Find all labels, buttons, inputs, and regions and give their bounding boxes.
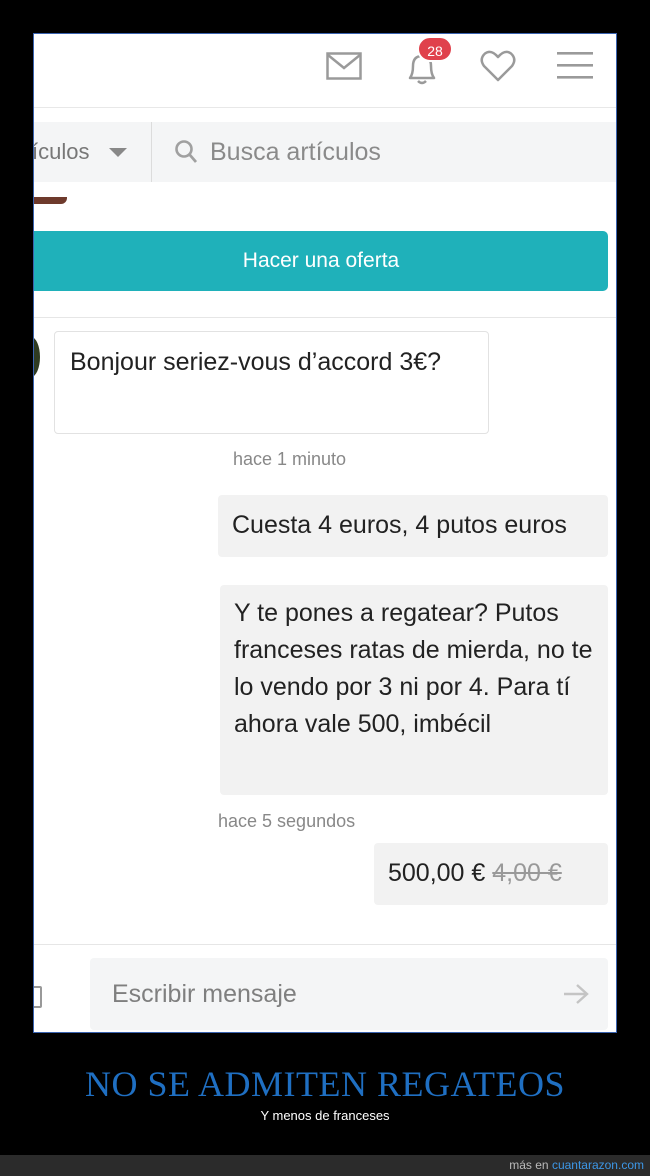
top-bar: 28 — [34, 34, 616, 108]
make-offer-button[interactable]: Hacer una oferta — [34, 231, 608, 291]
footer-prefix: más en — [509, 1158, 549, 1172]
menu-icon[interactable] — [557, 50, 593, 80]
footer-credit: más en cuantarazon.com — [509, 1158, 644, 1172]
price-offer-message: 500,00 € 4,00 € — [374, 843, 608, 905]
divider — [34, 944, 616, 945]
message-timestamp: hace 1 minuto — [233, 449, 347, 469]
attach-icon[interactable] — [34, 986, 42, 1008]
message-input[interactable] — [90, 958, 608, 1030]
mail-icon[interactable] — [326, 52, 362, 80]
search-input[interactable] — [210, 122, 600, 182]
footer-bar: más en cuantarazon.com — [0, 1155, 650, 1176]
outgoing-message: Y te pones a regatear? Putos franceses r… — [220, 585, 608, 795]
heart-icon[interactable] — [480, 49, 516, 83]
search-icon — [175, 140, 198, 163]
chevron-down-icon — [109, 148, 127, 157]
product-thumbnail — [34, 197, 67, 204]
app-screenshot: 28 ículos Hacer una oferta Bonjour serie… — [33, 33, 617, 1033]
caption-title: NO SE ADMITEN REGATEOS — [84, 1064, 565, 1104]
search-bar: ículos — [34, 122, 616, 182]
incoming-message: Bonjour seriez-vous d’accord 3€? — [54, 331, 489, 434]
message-timestamp: hace 5 segundos — [218, 811, 356, 831]
send-arrow-icon[interactable] — [562, 982, 590, 1006]
notification-badge: 28 — [417, 36, 453, 62]
new-price: 500,00 € — [388, 859, 486, 887]
divider — [34, 317, 616, 318]
category-label: ículos — [34, 139, 90, 164]
category-dropdown[interactable]: ículos — [34, 122, 152, 182]
old-price: 4,00 € — [492, 859, 562, 887]
outgoing-message: Cuesta 4 euros, 4 putos euros — [218, 495, 608, 557]
site-link[interactable]: cuantarazon.com — [552, 1158, 644, 1172]
avatar[interactable] — [34, 337, 40, 377]
caption-subtitle: Y menos de franceses — [260, 1108, 390, 1123]
